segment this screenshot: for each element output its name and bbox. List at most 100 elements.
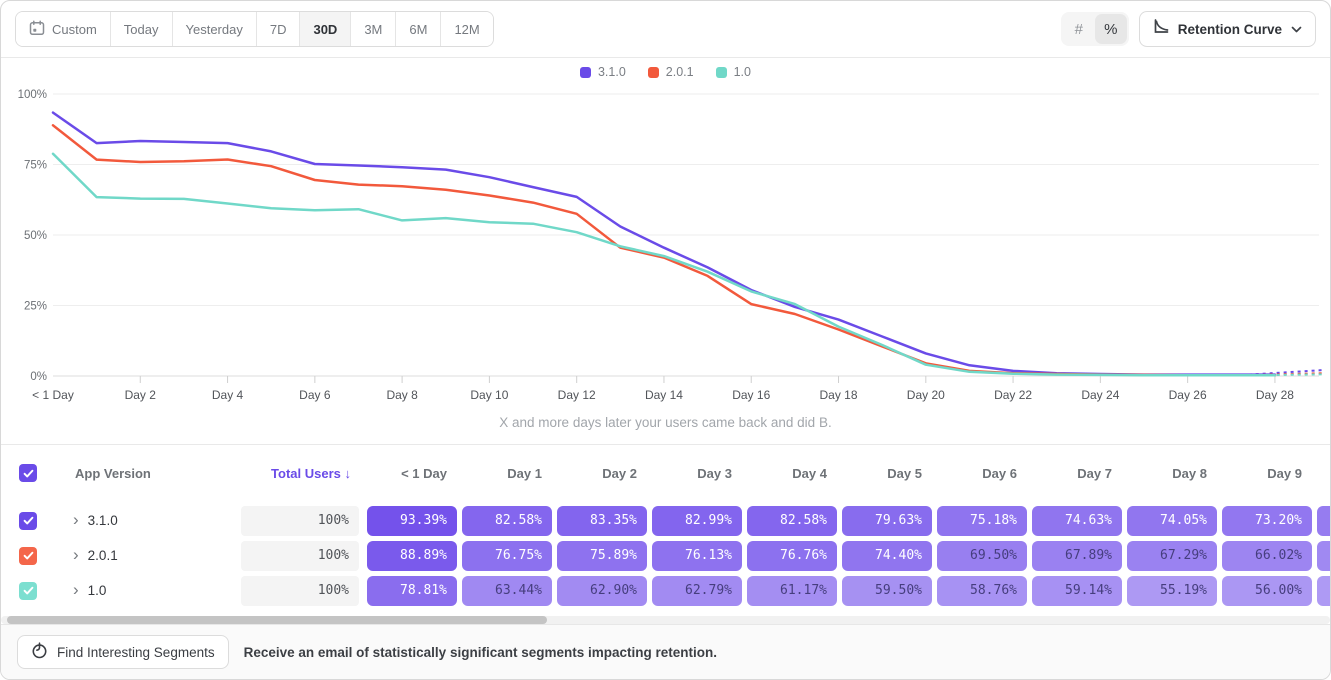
legend-label: 3.1.0 (598, 65, 626, 79)
retention-cell[interactable]: 56.00% (1222, 576, 1312, 606)
y-axis-label: 25% (24, 301, 47, 313)
range-button-6m[interactable]: 6M (395, 12, 440, 46)
chart-area: 3.1.02.0.11.0 100%75%50%25%0%< 1 DayDay … (1, 58, 1330, 444)
row-checkbox-2-0-1[interactable] (19, 547, 37, 565)
retention-cell-clipped (1317, 541, 1330, 571)
range-button-today[interactable]: Today (110, 12, 172, 46)
range-button-3m[interactable]: 3M (350, 12, 395, 46)
retention-cell[interactable]: 75.18% (937, 506, 1027, 536)
footer-bar: Find Interesting Segments Receive an ema… (1, 624, 1330, 679)
retention-cell[interactable]: 61.17% (747, 576, 837, 606)
retention-cell[interactable]: 74.63% (1032, 506, 1122, 536)
row-checkbox-3-1-0[interactable] (19, 512, 37, 530)
column-header-total-users[interactable]: Total Users ↓ (241, 466, 367, 481)
series-line-2-0-1 (53, 125, 1275, 375)
range-button-yesterday[interactable]: Yesterday (172, 12, 256, 46)
legend-item-3-1-0[interactable]: 3.1.0 (580, 65, 626, 79)
row-checkbox-1-0[interactable] (19, 582, 37, 600)
table-body: ›3.1.0100%93.39%82.58%83.35%82.99%82.58%… (1, 503, 1330, 608)
scrollbar-thumb[interactable] (7, 616, 547, 624)
retention-cell[interactable]: 55.19% (1127, 576, 1217, 606)
retention-cell[interactable]: 76.13% (652, 541, 742, 571)
retention-cell[interactable]: 93.39% (367, 506, 457, 536)
series-line-1-0 (53, 154, 1275, 375)
retention-cell[interactable]: 82.58% (747, 506, 837, 536)
range-label: 7D (270, 22, 287, 37)
range-button-12m[interactable]: 12M (440, 12, 492, 46)
retention-cell[interactable]: 88.89% (367, 541, 457, 571)
expand-chevron-icon[interactable]: › (73, 511, 79, 528)
table-row-2-0-1: ›2.0.1100%88.89%76.75%75.89%76.13%76.76%… (1, 538, 1330, 573)
version-cell: › 3.1.0 (57, 512, 241, 529)
retention-cell[interactable]: 73.20% (1222, 506, 1312, 536)
range-label: 12M (454, 22, 479, 37)
legend-swatch-icon (716, 67, 727, 78)
date-range-group: CustomTodayYesterday 7D 30D 3M 6M 12M (15, 11, 494, 47)
retention-cell[interactable]: 63.44% (462, 576, 552, 606)
total-users-cell: 100% (241, 576, 359, 606)
expand-chevron-icon[interactable]: › (73, 581, 79, 598)
x-axis-label: Day 26 (1169, 388, 1207, 402)
percent-mode-button[interactable]: % (1095, 14, 1127, 44)
retention-cell[interactable]: 74.40% (842, 541, 932, 571)
select-all-checkbox[interactable] (19, 464, 37, 482)
retention-cell[interactable]: 83.35% (557, 506, 647, 536)
version-label: 2.0.1 (88, 548, 118, 563)
column-header-day-3[interactable]: Day 3 (652, 466, 747, 481)
retention-cell[interactable]: 82.99% (652, 506, 742, 536)
retention-cell[interactable]: 62.90% (557, 576, 647, 606)
version-cell: ›1.0 (57, 582, 241, 599)
version-label: 3.1.0 (88, 513, 118, 528)
retention-cell[interactable]: 66.02% (1222, 541, 1312, 571)
retention-cell[interactable]: 75.89% (557, 541, 647, 571)
horizontal-scrollbar (1, 616, 1330, 624)
legend-item-2-0-1[interactable]: 2.0.1 (648, 65, 694, 79)
range-button-custom[interactable]: Custom (16, 12, 110, 46)
retention-cell[interactable]: 62.79% (652, 576, 742, 606)
table-row-1-0: ›1.0100%78.81%63.44%62.90%62.79%61.17%59… (1, 573, 1330, 608)
value-mode-toggle: #% (1061, 12, 1129, 46)
column-header-day-1[interactable]: Day 1 (462, 466, 557, 481)
expand-chevron-icon[interactable]: › (73, 546, 79, 563)
column-header-day-6[interactable]: Day 6 (937, 466, 1032, 481)
x-axis-label: Day 14 (645, 388, 683, 402)
legend-swatch-icon (580, 67, 591, 78)
column-header-app-version[interactable]: App Version (57, 466, 241, 481)
column-header-day-4[interactable]: Day 4 (747, 466, 842, 481)
retention-cell[interactable]: 59.50% (842, 576, 932, 606)
column-header-day-5[interactable]: Day 5 (842, 466, 937, 481)
column-header-day-2[interactable]: Day 2 (557, 466, 652, 481)
retention-cell[interactable]: 67.29% (1127, 541, 1217, 571)
retention-cell[interactable]: 76.75% (462, 541, 552, 571)
legend-label: 1.0 (734, 65, 751, 79)
retention-cell[interactable]: 78.81% (367, 576, 457, 606)
retention-cell[interactable]: 69.50% (937, 541, 1027, 571)
column-header-day-9[interactable]: Day 9 (1222, 466, 1317, 481)
retention-cell[interactable]: 58.76% (937, 576, 1027, 606)
retention-cell[interactable]: 82.58% (462, 506, 552, 536)
column-header-1-day[interactable]: < 1 Day (367, 466, 462, 481)
x-axis-label: Day 24 (1081, 388, 1119, 402)
range-button-7d[interactable]: 7D (256, 12, 300, 46)
retention-cell[interactable]: 67.89% (1032, 541, 1122, 571)
retention-cell[interactable]: 76.76% (747, 541, 837, 571)
chart-caption: X and more days later your users came ba… (1, 415, 1330, 430)
y-axis-label: 50% (24, 230, 47, 242)
legend-swatch-icon (648, 67, 659, 78)
retention-cell[interactable]: 59.14% (1032, 576, 1122, 606)
range-button-30d[interactable]: 30D (299, 12, 350, 46)
retention-cell[interactable]: 79.63% (842, 506, 932, 536)
find-interesting-segments-button[interactable]: Find Interesting Segments (17, 635, 229, 669)
version-cell: › 2.0.1 (57, 547, 241, 564)
column-header-day-8[interactable]: Day 8 (1127, 466, 1222, 481)
x-axis-label: Day 28 (1256, 388, 1294, 402)
retention-cell[interactable]: 74.05% (1127, 506, 1217, 536)
absolute-mode-button[interactable]: # (1063, 14, 1095, 44)
chart-type-dropdown[interactable]: Retention Curve (1139, 11, 1316, 47)
column-header-day-7[interactable]: Day 7 (1032, 466, 1127, 481)
legend-item-1-0[interactable]: 1.0 (716, 65, 751, 79)
y-axis-label: 0% (30, 371, 47, 383)
range-label: 3M (364, 22, 382, 37)
x-axis-label: Day 10 (470, 388, 508, 402)
toolbar-right: #% Retention Curve (1061, 11, 1316, 47)
